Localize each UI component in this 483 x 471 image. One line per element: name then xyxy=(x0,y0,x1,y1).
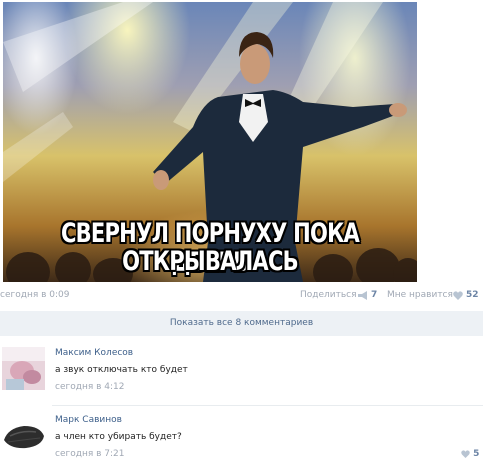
share-count[interactable]: 7 xyxy=(371,290,377,300)
avatar-image xyxy=(2,347,45,390)
like-count[interactable]: 52 xyxy=(466,290,479,300)
share-button[interactable]: Поделиться xyxy=(300,290,357,300)
heart-icon[interactable] xyxy=(453,291,463,300)
post-date[interactable]: сегодня в 0:09 xyxy=(0,290,69,300)
comment-item: Максим Колесов а звук отключать кто буде… xyxy=(0,345,483,403)
meme-caption-line-2: ОТКРЫВАЛАСЬ xyxy=(122,246,299,277)
heart-icon xyxy=(461,449,470,458)
avatar[interactable] xyxy=(2,347,45,390)
show-all-comments-button[interactable]: Показать все 8 комментариев xyxy=(0,311,483,336)
comment-item: Марк Савинов а член кто убирать будет? с… xyxy=(0,412,483,470)
megaphone-icon[interactable] xyxy=(357,291,369,300)
comment-author[interactable]: Марк Савинов xyxy=(55,415,122,425)
avatar[interactable] xyxy=(2,414,45,457)
comment-time[interactable]: сегодня в 4:12 xyxy=(55,382,124,392)
comment-like-count: 5 xyxy=(473,449,480,459)
post-meta: сегодня в 0:09 Поделиться 7 Мне нравится… xyxy=(0,290,483,304)
comment-text: а звук отключать кто будет xyxy=(55,365,188,375)
avatar-image xyxy=(2,414,45,457)
post-image[interactable]: СВЕРНУЛ ПОРНУХУ ПОКА ДВЕРЬ ОТКРЫВАЛАСЬ xyxy=(3,2,417,282)
comment-time[interactable]: сегодня в 7:21 xyxy=(55,449,124,459)
vk-post: СВЕРНУЛ ПОРНУХУ ПОКА ДВЕРЬ ОТКРЫВАЛАСЬ с… xyxy=(0,0,483,471)
comment-text: а член кто убирать будет? xyxy=(55,432,182,442)
like-button[interactable]: Мне нравится xyxy=(387,290,453,300)
comment-author[interactable]: Максим Колесов xyxy=(55,348,133,358)
comment-like-button[interactable]: 5 xyxy=(461,449,479,459)
comment-divider xyxy=(52,405,483,406)
